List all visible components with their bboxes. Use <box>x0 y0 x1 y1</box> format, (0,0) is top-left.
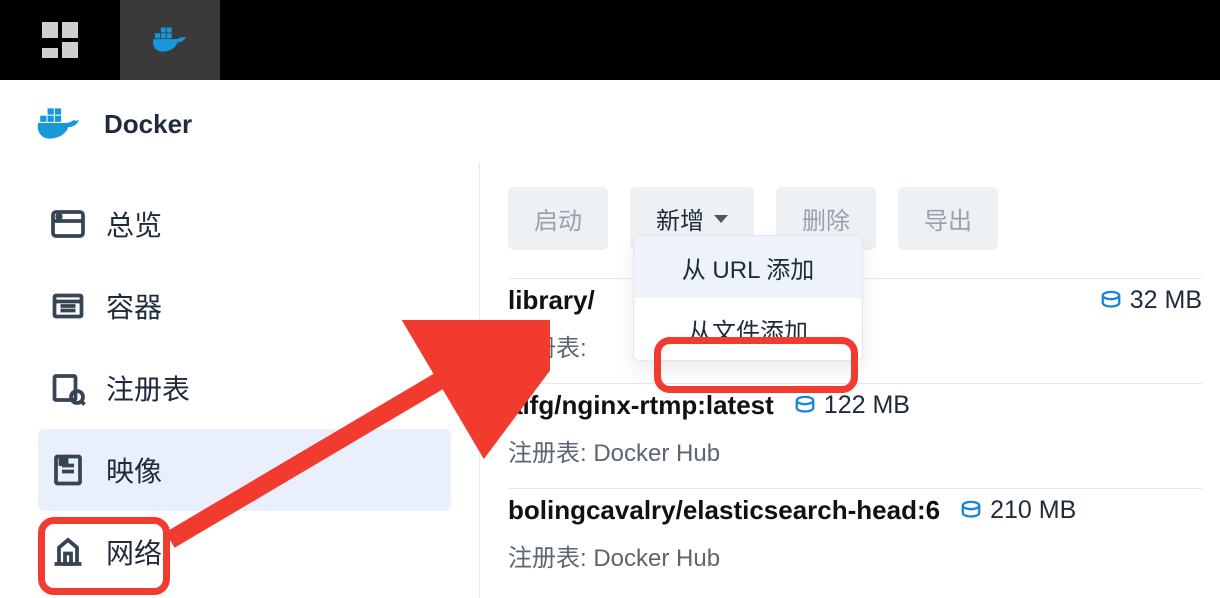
start-button-label: 启动 <box>534 201 582 236</box>
sidebar: 总览 容器 注册表 <box>10 163 480 598</box>
registry-icon <box>50 370 86 406</box>
overview-icon <box>50 206 86 242</box>
export-button[interactable]: 导出 <box>898 187 998 250</box>
sidebar-item-overview[interactable]: 总览 <box>38 183 451 265</box>
docker-window: Docker 总览 容器 <box>10 85 1220 598</box>
app-body: 总览 容器 注册表 <box>10 163 1220 598</box>
image-name: alfg/nginx-rtmp:latest <box>508 390 774 421</box>
app-title: Docker <box>104 109 192 140</box>
container-icon <box>50 288 86 324</box>
sidebar-item-label: 总览 <box>106 204 162 244</box>
disk-icon <box>1100 290 1122 312</box>
sidebar-item-label: 注册表 <box>106 368 190 408</box>
os-taskbar <box>0 0 1220 80</box>
image-size: 32 MB <box>1100 286 1202 315</box>
image-row[interactable]: bolingcavalry/elasticsearch-head:6 210 M… <box>508 488 1202 593</box>
dropdown-item-add-from-url[interactable]: 从 URL 添加 <box>634 236 862 298</box>
image-name: bolingcavalry/elasticsearch-head:6 <box>508 495 940 526</box>
image-row[interactable]: alfg/nginx-rtmp:latest 122 MB 注册表: Docke… <box>508 383 1202 488</box>
add-dropdown: 从 URL 添加 从文件添加 <box>633 235 863 361</box>
disk-icon <box>960 500 982 522</box>
dropdown-item-label: 从 URL 添加 <box>682 250 814 285</box>
apps-grid-icon <box>42 22 78 58</box>
sidebar-item-registry[interactable]: 注册表 <box>38 347 451 429</box>
disk-icon <box>794 395 816 417</box>
sidebar-item-image[interactable]: 映像 <box>38 429 451 511</box>
sidebar-item-label: 容器 <box>106 286 162 326</box>
sidebar-item-label: 映像 <box>106 450 162 490</box>
taskbar-docker-button[interactable] <box>120 0 220 80</box>
image-registry: 注册表: Docker Hub <box>508 433 1202 468</box>
add-button-label: 新增 <box>656 201 704 236</box>
docker-icon <box>150 25 190 55</box>
sidebar-item-label: 网络 <box>106 532 162 572</box>
image-icon <box>50 452 86 488</box>
sidebar-item-container[interactable]: 容器 <box>38 265 451 347</box>
image-size: 210 MB <box>960 496 1076 525</box>
chevron-down-icon <box>714 215 728 223</box>
sidebar-item-network[interactable]: 网络 <box>38 511 451 593</box>
image-size: 122 MB <box>794 391 910 420</box>
dropdown-item-add-from-file[interactable]: 从文件添加 <box>634 298 862 360</box>
network-icon <box>50 534 86 570</box>
app-header: Docker <box>10 85 1220 163</box>
image-name: library/ <box>508 285 595 316</box>
delete-button-label: 删除 <box>802 201 850 236</box>
docker-icon <box>34 105 84 143</box>
export-button-label: 导出 <box>924 201 972 236</box>
dropdown-item-label: 从文件添加 <box>688 312 808 347</box>
main-panel: 启动 新增 删除 导出 从 URL 添加 从文件添加 <box>480 163 1220 598</box>
start-button[interactable]: 启动 <box>508 187 608 250</box>
image-registry: 注册表: Docker Hub <box>508 538 1202 573</box>
taskbar-apps-button[interactable] <box>0 0 120 80</box>
